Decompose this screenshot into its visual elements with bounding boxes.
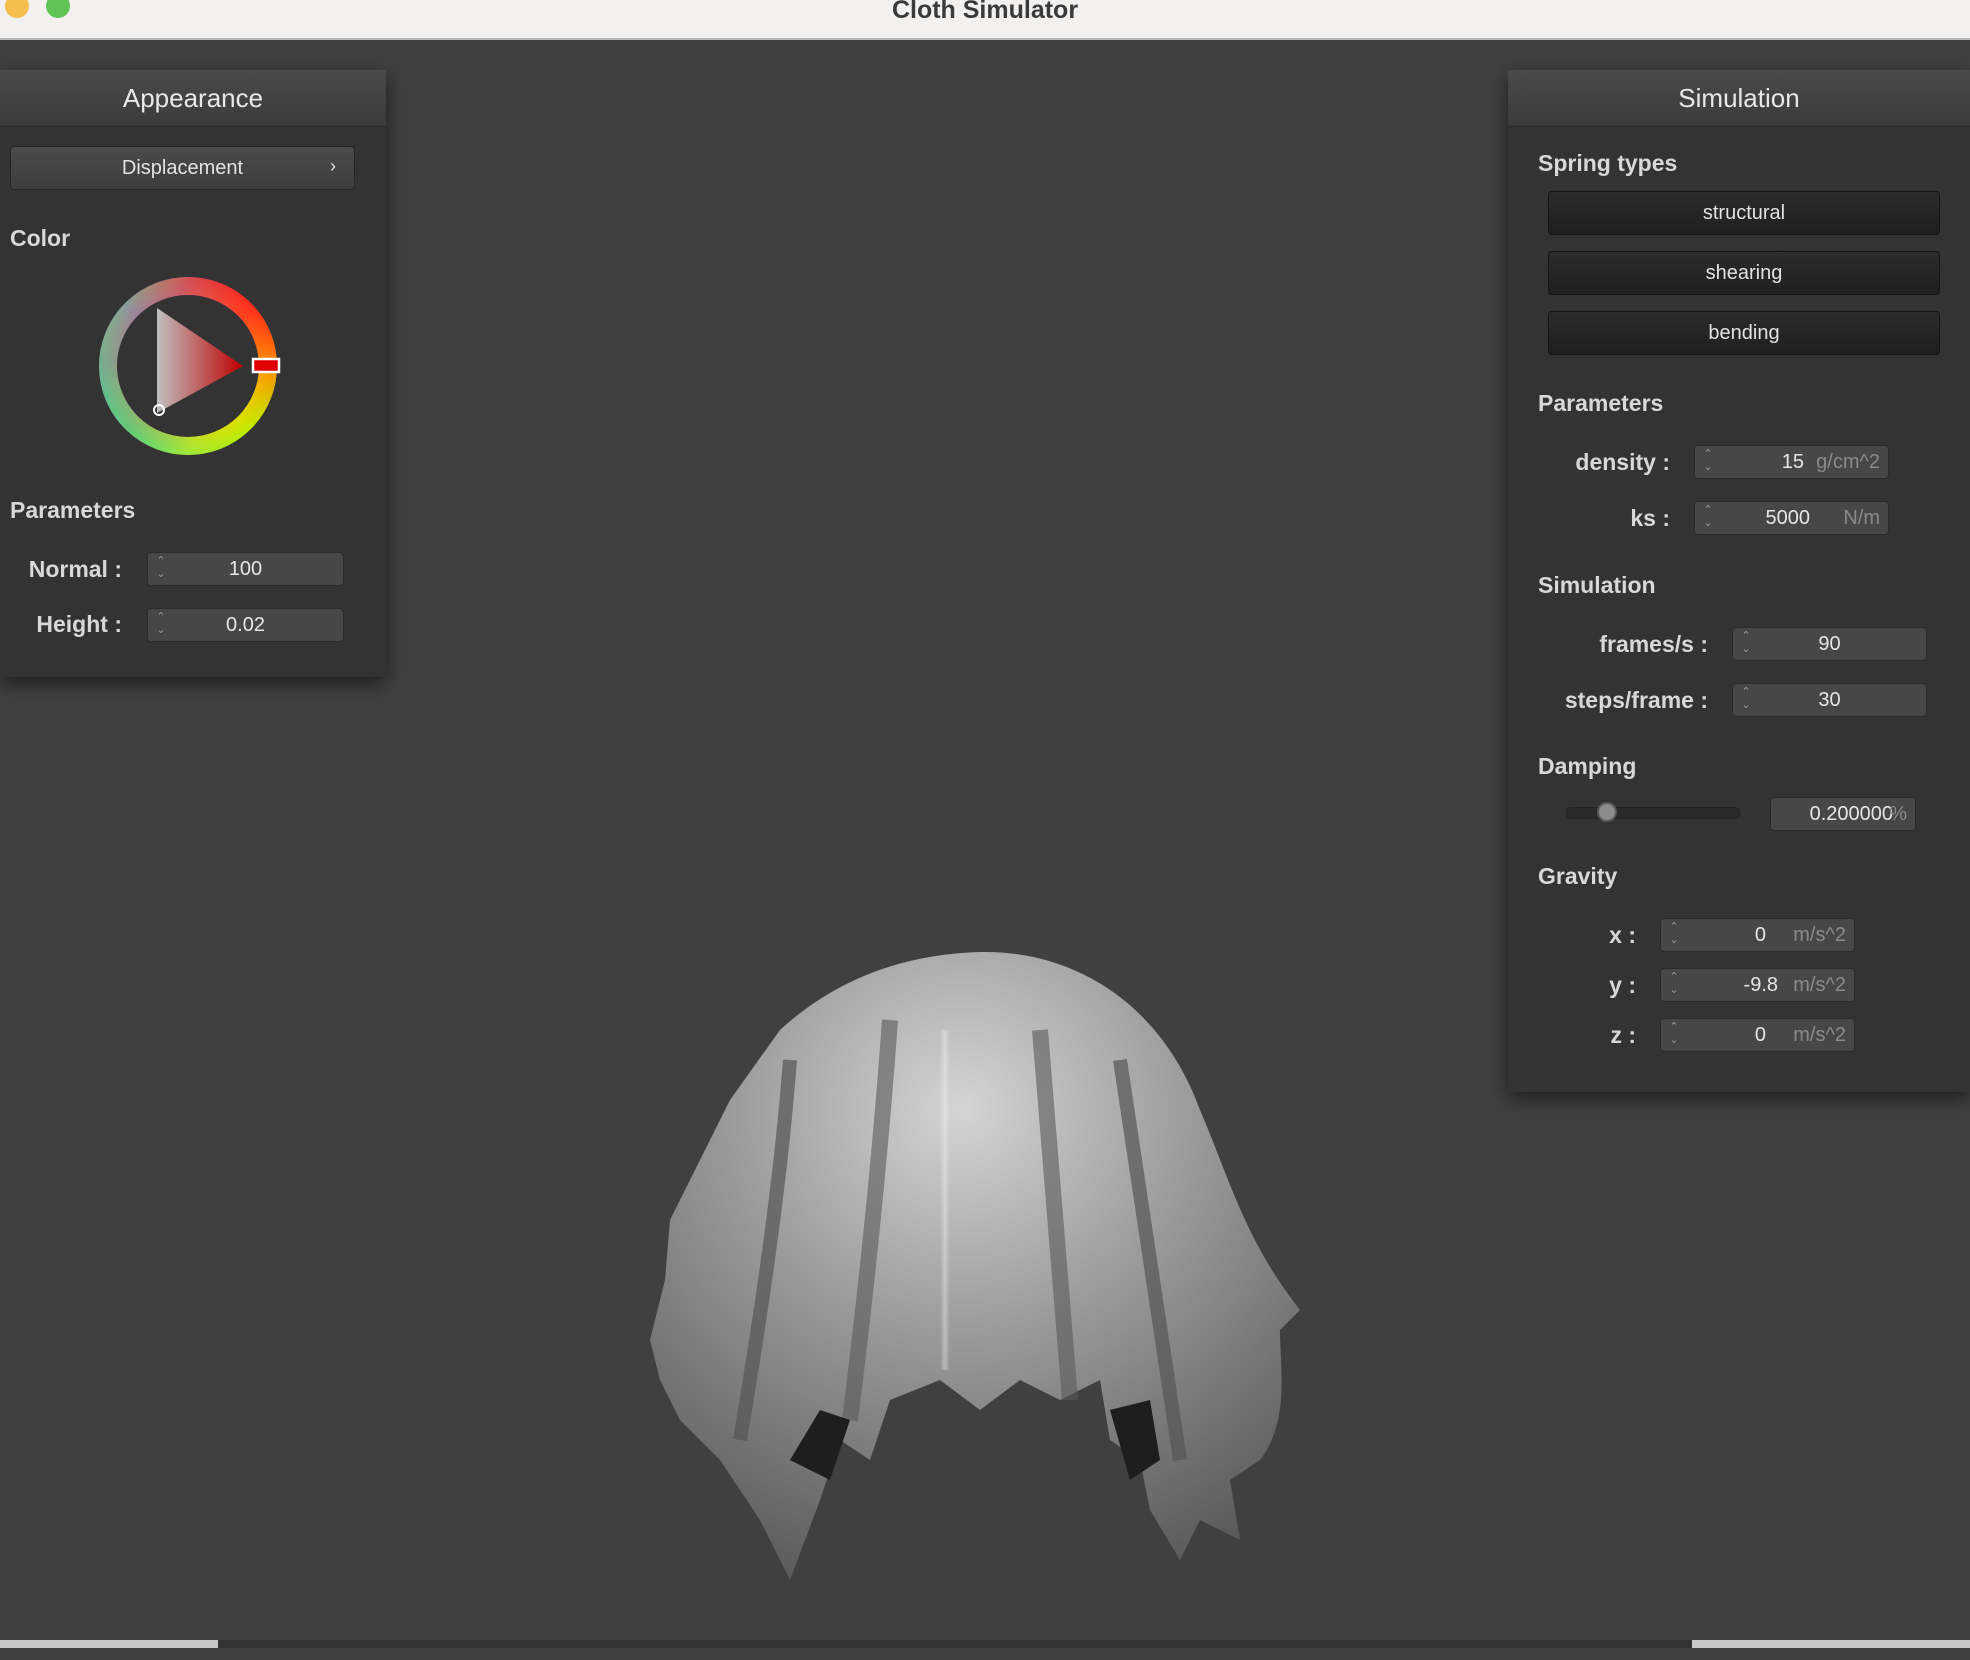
stepper-icon[interactable]: ⌃ ⌄ <box>1667 971 1681 999</box>
chevron-right-icon: › <box>330 156 336 176</box>
ks-input[interactable]: ⌃ ⌄ 5000 N/m <box>1694 501 1889 535</box>
gravity-z-input[interactable]: ⌃ ⌄ 0 m/s^2 <box>1660 1018 1855 1052</box>
stepper-icon[interactable]: ⌃ ⌄ <box>1701 448 1715 476</box>
spring-shearing-toggle[interactable]: shearing <box>1548 251 1940 295</box>
stepper-icon[interactable]: ⌃ ⌄ <box>1667 1021 1681 1049</box>
steps-per-frame-label: steps/frame : <box>1564 687 1708 713</box>
gravity-y-input[interactable]: ⌃ ⌄ -9.8 m/s^2 <box>1660 968 1855 1002</box>
color-wheel[interactable] <box>95 273 285 463</box>
damping-slider-track[interactable] <box>1566 802 1740 822</box>
sim-parameters-label: Parameters <box>1538 390 1664 416</box>
cloth-render <box>650 951 1300 1580</box>
gravity-y-label: y : <box>1609 972 1636 998</box>
window-title: Cloth Simulator <box>891 0 1079 24</box>
stepper-icon[interactable]: ⌃ ⌄ <box>1667 921 1681 949</box>
fps-label: frames/s : <box>1599 631 1708 657</box>
stepper-icon[interactable]: ⌃ ⌄ <box>1701 504 1715 532</box>
normal-input[interactable]: ⌃ ⌄ 100 <box>147 552 344 586</box>
ks-label: ks : <box>1630 505 1670 531</box>
height-input[interactable]: ⌃ ⌄ 0.02 <box>147 608 344 642</box>
normal-label: Normal : <box>28 556 122 582</box>
gravity-z-label: z : <box>1610 1022 1636 1048</box>
appearance-panel-title: Appearance <box>0 70 386 127</box>
damping-label: Damping <box>1538 753 1637 779</box>
height-label: Height : <box>36 611 122 637</box>
damping-slider-handle[interactable] <box>1597 802 1618 822</box>
spring-bending-toggle[interactable]: bending <box>1548 311 1940 355</box>
bottom-bar-right-segment <box>1692 1640 1970 1648</box>
gravity-label: Gravity <box>1538 863 1618 889</box>
color-section-label: Color <box>10 225 71 251</box>
simulation-panel: Simulation Spring types structural shear… <box>1508 70 1970 1092</box>
simulation-panel-title: Simulation <box>1508 70 1970 127</box>
bottom-bar <box>0 1640 1970 1648</box>
steps-per-frame-input[interactable]: ⌃ ⌄ 30 <box>1732 683 1927 717</box>
appearance-parameters-label: Parameters <box>10 497 136 523</box>
spring-types-label: Spring types <box>1538 150 1678 176</box>
gravity-x-input[interactable]: ⌃ ⌄ 0 m/s^2 <box>1660 918 1855 952</box>
gravity-x-label: x : <box>1609 922 1636 948</box>
shader-select-button[interactable]: Displacement › <box>10 146 355 190</box>
density-label: density : <box>1575 449 1670 475</box>
shader-select-label: Displacement <box>121 157 244 179</box>
damping-value-field[interactable]: 0.200000 % <box>1770 797 1916 831</box>
density-input[interactable]: ⌃ ⌄ 15 g/cm^2 <box>1694 445 1889 479</box>
bottom-bar-left-segment <box>0 1640 218 1648</box>
sim-simulation-label: Simulation <box>1538 572 1656 598</box>
title-bar: Cloth Simulator <box>0 0 1970 40</box>
appearance-panel: Appearance Displacement › Color Paramete… <box>0 70 386 677</box>
spring-structural-toggle[interactable]: structural <box>1548 191 1940 235</box>
fps-input[interactable]: ⌃ ⌄ 90 <box>1732 627 1927 661</box>
